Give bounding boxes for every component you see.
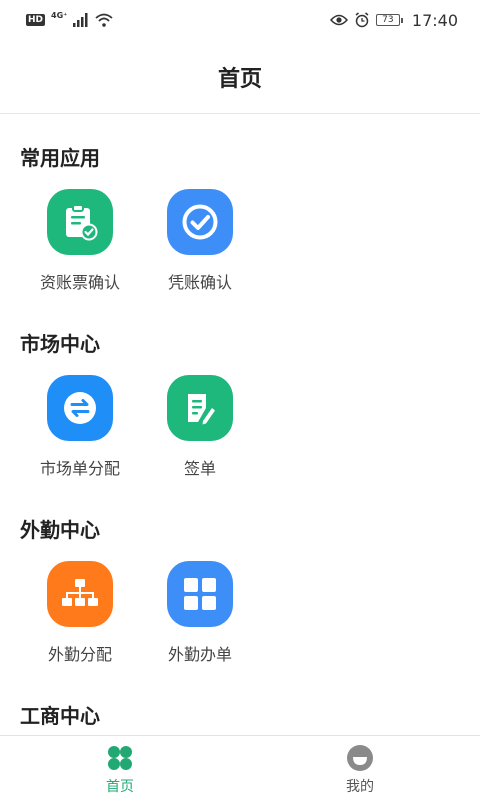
title-bar: 首页 <box>0 40 480 114</box>
section-title: 常用应用 <box>20 146 100 170</box>
status-bar: HD 4G⁺ 73 17:40 <box>0 0 480 40</box>
clock: 17:40 <box>411 10 458 30</box>
app-item-field-assign[interactable]: 外勤分配 <box>20 561 140 665</box>
app-tile[interactable] <box>167 189 233 255</box>
app-label: 资账票确认 <box>39 273 120 292</box>
page-title: 首页 <box>217 66 262 92</box>
app-item-market-order-assign[interactable]: 市场单分配 <box>20 375 140 479</box>
section-common-apps: 常用应用 资账票确认 凭账确认 <box>0 145 480 293</box>
app-grid: 市场单分配 签单 <box>20 375 480 479</box>
grid-apps-icon <box>184 578 216 610</box>
app-tile[interactable] <box>47 375 113 441</box>
eye-icon <box>329 14 348 26</box>
app-grid: 资账票确认 凭账确认 <box>20 189 480 293</box>
app-grid: 外勤分配 外勤办单 <box>20 561 480 665</box>
section-title: 市场中心 <box>20 332 100 356</box>
battery-icon: 73 <box>375 14 403 26</box>
app-item-field-handle[interactable]: 外勤办单 <box>140 561 260 665</box>
nav-label: 首页 <box>106 779 134 795</box>
app-tile[interactable] <box>167 375 233 441</box>
app-tile[interactable] <box>167 561 233 627</box>
signal-icon <box>73 13 88 27</box>
exchange-arrows-icon <box>64 392 96 424</box>
clipboard-check-icon <box>66 204 98 241</box>
document-edit-icon <box>188 394 215 425</box>
alarm-icon <box>355 12 369 28</box>
main-content[interactable]: 常用应用 资账票确认 凭账确认 市场中心 市场单分配 签单 外勤中心 外勤分配 … <box>0 115 480 735</box>
app-item-capital-ticket-confirm[interactable]: 资账票确认 <box>20 189 140 293</box>
app-item-voucher-confirm[interactable]: 凭账确认 <box>140 189 260 293</box>
app-label: 凭账确认 <box>167 273 232 292</box>
app-label: 外勤办单 <box>167 645 232 664</box>
app-label: 外勤分配 <box>47 645 112 664</box>
section-business-center: 工商中心 <box>0 703 480 729</box>
wifi-icon <box>95 13 113 27</box>
org-chart-icon <box>62 579 98 606</box>
smiley-profile-icon <box>347 745 373 771</box>
nav-label: 我的 <box>346 779 374 795</box>
check-circle-icon <box>182 204 218 240</box>
nav-item-home[interactable]: 首页 <box>0 736 240 800</box>
section-title: 外勤中心 <box>20 518 100 542</box>
app-tile[interactable] <box>47 189 113 255</box>
status-left: HD 4G⁺ <box>26 10 113 27</box>
app-tile[interactable] <box>47 561 113 627</box>
hd-badge: HD <box>26 14 46 26</box>
section-market-center: 市场中心 市场单分配 签单 <box>0 331 480 479</box>
bottom-nav: 首页 我的 <box>0 735 480 800</box>
section-field-center: 外勤中心 外勤分配 外勤办单 <box>0 517 480 665</box>
status-right: 73 17:40 <box>329 10 458 30</box>
app-label: 签单 <box>183 459 216 478</box>
clover-home-icon <box>108 746 132 770</box>
app-item-sign-order[interactable]: 签单 <box>140 375 260 479</box>
section-title: 工商中心 <box>20 704 100 728</box>
nav-item-profile[interactable]: 我的 <box>240 736 480 800</box>
app-label: 市场单分配 <box>39 459 120 478</box>
network-type: 4G⁺ <box>51 10 68 20</box>
